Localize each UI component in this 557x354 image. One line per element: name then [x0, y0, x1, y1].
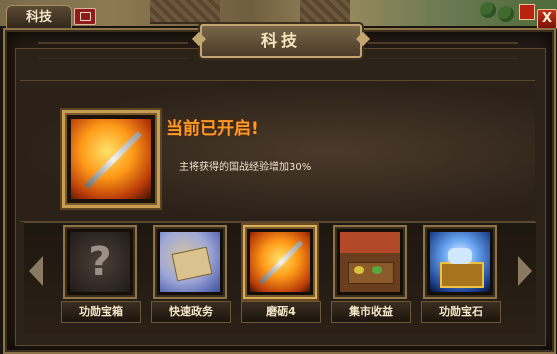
- tech-slot-frame: [243, 225, 317, 299]
- flaming-blade-icon: [250, 232, 310, 292]
- tech-slot-selected[interactable]: 磨砺4: [241, 225, 321, 323]
- chest-shape: [440, 262, 484, 288]
- tech-slot-label: 功勋宝石: [421, 301, 501, 323]
- flaming-blade-icon: [71, 119, 151, 199]
- map-building: [300, 0, 350, 24]
- tech-slot[interactable]: 快速政务: [151, 225, 231, 323]
- tech-slot-frame: ?: [63, 225, 137, 299]
- market-stall-icon: [340, 232, 400, 292]
- scroll-right-arrow[interactable]: [514, 254, 534, 288]
- tech-slot-label: 功勋宝箱: [61, 301, 141, 323]
- tech-slot[interactable]: 集市收益: [331, 225, 411, 323]
- tech-slot[interactable]: 功勋宝石: [421, 225, 501, 323]
- gem-pile: [448, 248, 472, 264]
- gem-chest-icon: [430, 232, 490, 292]
- flag-icon: [519, 4, 535, 20]
- map-tree: [480, 2, 496, 18]
- scroll-left-arrow[interactable]: [27, 254, 47, 288]
- close-button[interactable]: X: [537, 9, 557, 29]
- tech-slot-label: 集市收益: [331, 301, 411, 323]
- blade-shape: [258, 240, 304, 285]
- tab-tech[interactable]: 科技: [6, 5, 72, 30]
- arrow-left-icon: [29, 256, 43, 286]
- tech-slot[interactable]: ? 功勋宝箱: [61, 225, 141, 323]
- window-title: 科技: [200, 24, 362, 58]
- tech-slot-label: 磨砺4: [241, 301, 321, 323]
- tech-slot-frame: [153, 225, 227, 299]
- tech-description: 主将获得的国战经验增加30%: [179, 162, 312, 173]
- goods-shape: [372, 266, 382, 274]
- tech-status-text: 当前已开启!: [166, 119, 259, 139]
- map-building: [150, 0, 220, 24]
- scroll-shape: [171, 246, 213, 282]
- locked-question-icon: ?: [70, 232, 130, 292]
- tech-slot-label: 快速政务: [151, 301, 231, 323]
- dragon-ornament-left: [38, 42, 188, 59]
- tab-notice-icon[interactable]: [74, 8, 96, 25]
- selected-tech-icon: [62, 110, 160, 208]
- arrow-right-icon: [518, 256, 532, 286]
- scroll-icon: [160, 232, 220, 292]
- goods-shape: [354, 266, 364, 274]
- map-tree: [498, 6, 514, 22]
- tech-slot-frame: [333, 225, 407, 299]
- dragon-ornament-right: [368, 42, 518, 59]
- tech-slot-frame: [423, 225, 497, 299]
- blade-shape: [84, 131, 142, 189]
